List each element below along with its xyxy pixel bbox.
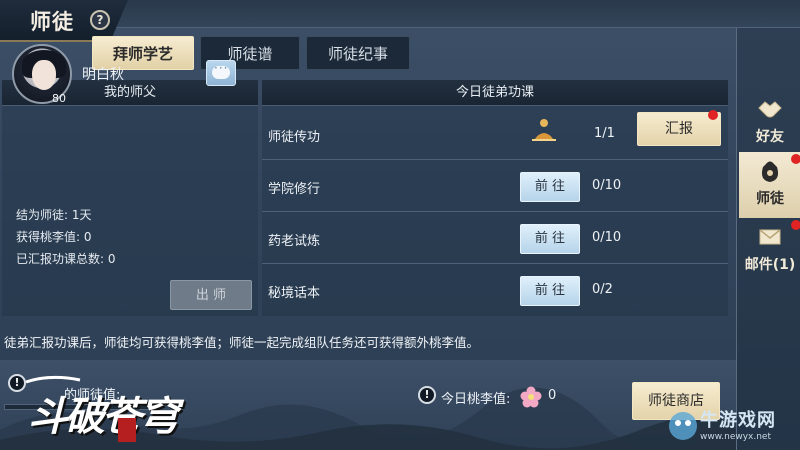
sidebar-item-mail[interactable]: 邮件(1) (739, 218, 800, 284)
lesson-progress: 0/2 (592, 282, 613, 297)
go-button[interactable]: 前 往 (520, 224, 580, 254)
info-text: 徒弟汇报功课后，师徒均可获得桃李值；师徒一起完成组队任务还可获得额外桃李值。 (4, 335, 480, 350)
peach-blossom-icon (520, 386, 542, 408)
today-peach-label: 今日桃李值: (441, 392, 511, 407)
stat-reports: 已汇报功课总数: 0 (16, 252, 116, 266)
go-button[interactable]: 前 往 (520, 276, 580, 306)
lesson-progress: 0/10 (592, 230, 622, 245)
alert-dot (791, 220, 800, 230)
page-title: 师徒 (30, 10, 74, 34)
avatar-face (32, 60, 56, 90)
game-logo-text: 斗破苍穹 (28, 393, 179, 440)
graduate-button[interactable]: 出 师 (170, 280, 252, 310)
lesson-name: 师徒传功 (268, 130, 321, 145)
sidebar-item-label: 好友 (756, 129, 784, 145)
stat-peach-value: 获得桃李值: 0 (16, 230, 92, 244)
lesson-row: 师徒传功 1/1 汇报 (262, 108, 728, 160)
stat-days: 结为师徒: 1天 (16, 208, 92, 222)
tab-chronicle[interactable]: 师徒纪事 (306, 36, 410, 70)
info-icon[interactable]: ! (418, 386, 436, 404)
handshake-icon (758, 101, 782, 118)
go-button[interactable]: 前 往 (520, 172, 580, 202)
lesson-name: 药老试炼 (268, 234, 321, 249)
sidebar-item-label: 邮件(1) (744, 257, 796, 273)
mail-icon (759, 229, 781, 245)
logo-stamp (118, 418, 136, 442)
lesson-row: 药老试炼 前 往 0/10 (262, 212, 728, 264)
chat-button[interactable] (206, 60, 236, 86)
top-bar (110, 0, 800, 28)
watermark-text: 牛游戏网 (700, 410, 776, 431)
sidebar-item-label: 师徒 (756, 191, 784, 207)
lessons-panel: 今日徒弟功课 师徒传功 1/1 汇报 学院修行 前 往 0/10 药老试炼 前 … (262, 80, 728, 316)
lesson-row: 秘境话本 前 往 0/2 (262, 264, 728, 316)
sidebar-item-friends[interactable]: 好友 (739, 90, 800, 156)
alert-dot (791, 154, 800, 164)
alert-dot (708, 110, 718, 120)
chat-bubble-icon (212, 61, 230, 79)
bag-icon (761, 161, 779, 182)
master-name: 明白秋 (82, 67, 124, 83)
right-sidebar: 好友 师徒 邮件(1) (736, 28, 800, 450)
master-level: 80 (52, 92, 66, 105)
lesson-row: 学院修行 前 往 0/10 (262, 160, 728, 212)
sidebar-item-master[interactable]: 师徒 (739, 152, 800, 218)
help-icon[interactable]: ? (90, 10, 110, 30)
meditation-icon (532, 119, 556, 141)
lessons-panel-header: 今日徒弟功课 (262, 80, 728, 106)
watermark-url: www.newyx.net (700, 432, 772, 442)
today-peach-value: 0 (548, 388, 557, 403)
lesson-progress: 0/10 (592, 178, 622, 193)
lesson-name: 学院修行 (268, 182, 321, 197)
lesson-name: 秘境话本 (268, 286, 321, 301)
lesson-progress: 1/1 (594, 126, 615, 141)
